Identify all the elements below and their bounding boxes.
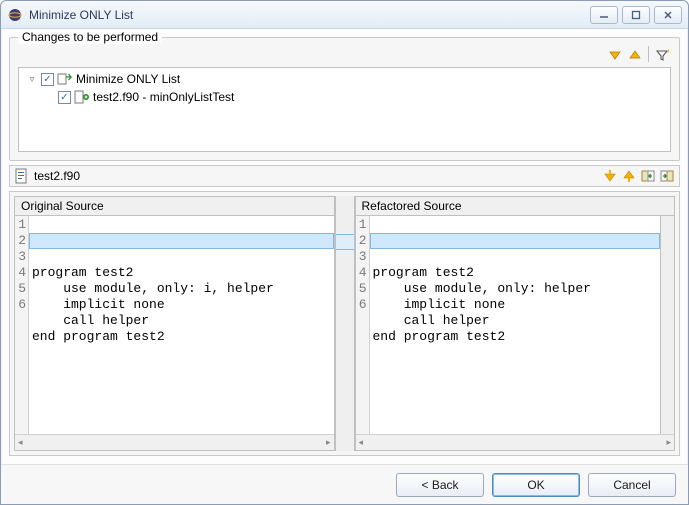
change-icon (57, 71, 73, 87)
refactored-pane: Refactored Source 123456 program test2 u… (355, 196, 676, 451)
refactored-title: Refactored Source (355, 196, 676, 216)
next-diff-icon[interactable] (602, 168, 618, 184)
line-numbers: 123456 (356, 216, 370, 434)
prev-diff-icon[interactable] (621, 168, 637, 184)
changes-toolbar (18, 46, 671, 64)
dialog-window: Minimize ONLY List Changes to be perform… (0, 0, 689, 505)
close-button[interactable] (654, 6, 682, 24)
ok-button[interactable]: OK (492, 473, 580, 497)
checkbox[interactable]: ✓ (41, 73, 54, 86)
eclipse-icon (7, 7, 23, 23)
copy-left-icon[interactable] (640, 168, 656, 184)
file-change-icon (74, 89, 90, 105)
changes-tree[interactable]: ▿ ✓ Minimize ONLY List ✓ test2.f90 - min… (18, 67, 671, 152)
compare-divider[interactable] (335, 196, 355, 451)
changes-label: Changes to be performed (18, 30, 162, 44)
code-area[interactable]: program test2 use module, only: helper i… (370, 216, 661, 434)
compare-view: Original Source 123456 program test2 use… (9, 191, 680, 456)
tree-item-file[interactable]: ✓ test2.f90 - minOnlyListTest (19, 88, 670, 106)
tree-item-root[interactable]: ▿ ✓ Minimize ONLY List (19, 70, 670, 88)
file-name: test2.f90 (34, 169, 598, 183)
collapse-up-icon[interactable] (626, 46, 644, 64)
minimize-button[interactable] (590, 6, 618, 24)
toolbar-divider (648, 46, 649, 62)
diff-highlight (29, 233, 334, 249)
titlebar: Minimize ONLY List (1, 1, 688, 29)
compare-toolbar (602, 168, 675, 184)
tree-label: test2.f90 - minOnlyListTest (93, 90, 234, 104)
file-icon (14, 168, 30, 184)
code-area[interactable]: program test2 use module, only: i, helpe… (29, 216, 334, 434)
file-header: test2.f90 (9, 165, 680, 187)
overview-ruler[interactable] (660, 216, 674, 434)
diff-link-band (336, 234, 354, 250)
horizontal-scrollbar[interactable]: ◂▸ (356, 434, 675, 450)
scroll-right-icon[interactable]: ▸ (326, 437, 331, 448)
window-title: Minimize ONLY List (29, 8, 590, 22)
expander-icon[interactable]: ▿ (26, 73, 38, 85)
original-editor[interactable]: 123456 program test2 use module, only: i… (14, 216, 335, 451)
scroll-right-icon[interactable]: ▸ (666, 437, 671, 448)
horizontal-scrollbar[interactable]: ◂▸ (15, 434, 334, 450)
original-title: Original Source (14, 196, 335, 216)
back-button[interactable]: < Back (396, 473, 484, 497)
checkbox[interactable]: ✓ (58, 91, 71, 104)
cancel-button[interactable]: Cancel (588, 473, 676, 497)
tree-label: Minimize ONLY List (76, 72, 180, 86)
content-area: Changes to be performed ▿ ✓ Minimize ONL… (1, 29, 688, 464)
expand-down-icon[interactable] (606, 46, 624, 64)
changes-group: Changes to be performed ▿ ✓ Minimize ONL… (9, 37, 680, 161)
scroll-left-icon[interactable]: ◂ (359, 437, 364, 448)
refactored-editor[interactable]: 123456 program test2 use module, only: h… (355, 216, 676, 451)
maximize-button[interactable] (622, 6, 650, 24)
window-buttons (590, 6, 682, 24)
scroll-left-icon[interactable]: ◂ (18, 437, 23, 448)
button-bar: < Back OK Cancel (1, 464, 688, 504)
line-numbers: 123456 (15, 216, 29, 434)
copy-right-icon[interactable] (659, 168, 675, 184)
diff-highlight (370, 233, 661, 249)
original-pane: Original Source 123456 program test2 use… (14, 196, 335, 451)
filter-icon[interactable] (653, 46, 671, 64)
